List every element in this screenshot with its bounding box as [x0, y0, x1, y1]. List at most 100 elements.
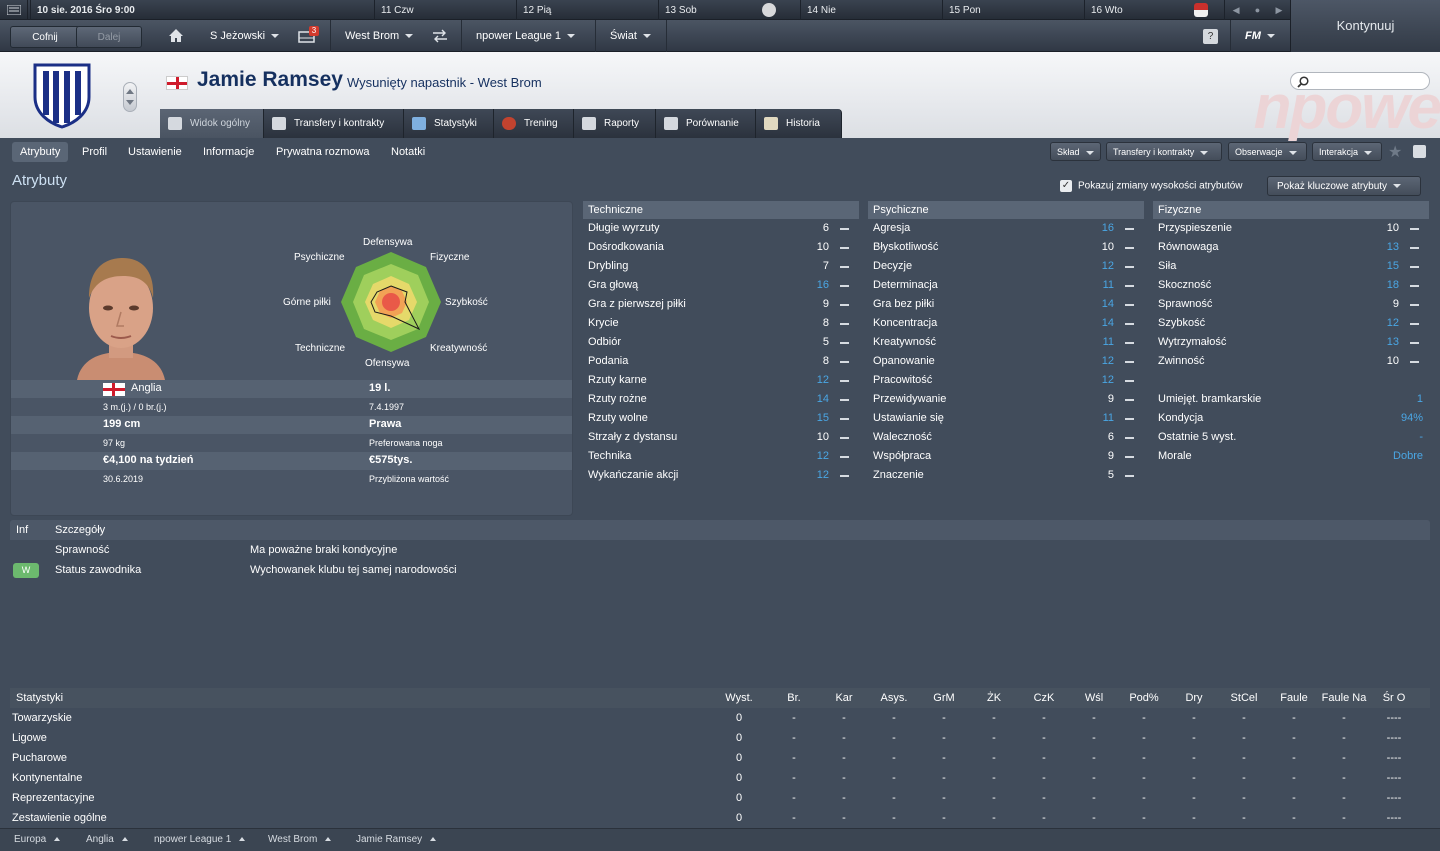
- calendar-day[interactable]: 12 Pią: [516, 0, 658, 20]
- attribute-row[interactable]: Pracowitość 12: [868, 371, 1144, 390]
- stats-column-header[interactable]: Wśl: [1069, 688, 1119, 708]
- calendar-prev-icon[interactable]: ◀: [1233, 5, 1240, 16]
- attribute-row[interactable]: Siła 15: [1153, 257, 1429, 276]
- stats-column-header[interactable]: GrM: [919, 688, 969, 708]
- calendar-day[interactable]: 11 Czw: [374, 0, 516, 20]
- stats-column-header[interactable]: Faule: [1269, 688, 1319, 708]
- menu-icon[interactable]: [0, 0, 28, 20]
- home-icon[interactable]: [168, 28, 184, 46]
- help-button[interactable]: ?: [1203, 29, 1218, 44]
- attribute-row[interactable]: Wytrzymałość 13: [1153, 333, 1429, 352]
- transfers-dropdown[interactable]: Transfery i kontrakty: [1106, 142, 1222, 161]
- attribute-row[interactable]: Rzuty karne 12: [583, 371, 859, 390]
- world-menu[interactable]: Świat: [595, 20, 667, 52]
- calendar-day[interactable]: 15 Pon: [942, 0, 1084, 20]
- swap-icon[interactable]: [431, 29, 449, 46]
- subnav-attributes[interactable]: Atrybuty: [12, 142, 69, 162]
- attribute-row[interactable]: Technika 12: [583, 447, 859, 466]
- calendar-day[interactable]: 14 Nie: [800, 0, 942, 20]
- manager-menu[interactable]: S Jeżowski: [196, 20, 296, 52]
- search-input[interactable]: [1290, 72, 1430, 90]
- attribute-row[interactable]: Koncentracja 14: [868, 314, 1144, 333]
- club-crest-icon[interactable]: [1194, 3, 1208, 17]
- attribute-row[interactable]: Gra bez piłki 14: [868, 295, 1144, 314]
- stats-row[interactable]: Ligowe 0- - - - - - - - - - - - ----: [10, 728, 1430, 748]
- subnav-information[interactable]: Informacje: [195, 142, 262, 162]
- attribute-row[interactable]: Waleczność 6: [868, 428, 1144, 447]
- stats-column-header[interactable]: Dry: [1169, 688, 1219, 708]
- attribute-row[interactable]: Dośrodkowania 10: [583, 238, 859, 257]
- breadcrumb-item[interactable]: West Brom: [268, 834, 332, 845]
- calendar-day[interactable]: 13 Sob: [658, 0, 800, 20]
- attribute-row[interactable]: Przewidywanie 9: [868, 390, 1144, 409]
- attribute-row[interactable]: Strzały z dystansu 10: [583, 428, 859, 447]
- attribute-row[interactable]: Błyskotliwość 10: [868, 238, 1144, 257]
- attribute-row[interactable]: Sprawność 9: [1153, 295, 1429, 314]
- scroll-arrows-icon[interactable]: [123, 82, 137, 112]
- interaction-dropdown[interactable]: Interakcja: [1312, 142, 1382, 161]
- back-button[interactable]: Cofnij: [10, 26, 80, 48]
- star-icon[interactable]: ★: [1388, 142, 1402, 162]
- tab-transfers[interactable]: Transfery i kontrakty: [264, 109, 404, 138]
- subnav-notes[interactable]: Notatki: [383, 142, 433, 162]
- attribute-row[interactable]: Opanowanie 12: [868, 352, 1144, 371]
- stats-row[interactable]: Reprezentacyjne 0- - - - - - - - - - - - ----: [10, 788, 1430, 808]
- tab-overview[interactable]: Widok ogólny: [160, 109, 264, 138]
- attribute-row[interactable]: Zwinność 10: [1153, 352, 1429, 371]
- stats-column-header[interactable]: Wyst.: [714, 688, 764, 708]
- stats-column-header[interactable]: ŻK: [969, 688, 1019, 708]
- calendar-current-date[interactable]: 10 sie. 2016 Śro 9:00: [30, 0, 374, 20]
- stats-column-header[interactable]: Faule Na: [1319, 688, 1369, 708]
- stats-row[interactable]: Zestawienie ogólne 0- - - - - - - - - - - - ----: [10, 808, 1430, 828]
- stats-row[interactable]: Kontynentalne 0- - - - - - - - - - - - ----: [10, 768, 1430, 788]
- attribute-row[interactable]: Odbiór 5: [583, 333, 859, 352]
- forward-button[interactable]: Dalej: [76, 26, 142, 48]
- attribute-row[interactable]: Rzuty wolne 15: [583, 409, 859, 428]
- attribute-row[interactable]: Determinacja 11: [868, 276, 1144, 295]
- stats-row[interactable]: Towarzyskie 0- - - - - - - - - - - - ----: [10, 708, 1430, 728]
- attribute-row[interactable]: Rzuty rożne 14: [583, 390, 859, 409]
- stats-column-header[interactable]: CzK: [1019, 688, 1069, 708]
- attribute-row[interactable]: Współpraca 9: [868, 447, 1144, 466]
- attribute-row[interactable]: Wykańczanie akcji 12: [583, 466, 859, 485]
- stats-column-header[interactable]: StCel: [1219, 688, 1269, 708]
- attribute-row[interactable]: Gra z pierwszej piłki 9: [583, 295, 859, 314]
- key-attributes-button[interactable]: Pokaż kluczowe atrybuty: [1267, 176, 1421, 196]
- attribute-row[interactable]: Równowaga 13: [1153, 238, 1429, 257]
- attribute-row[interactable]: Skoczność 18: [1153, 276, 1429, 295]
- nationality[interactable]: Anglia: [131, 382, 162, 394]
- breadcrumb-item[interactable]: Europa: [14, 834, 61, 845]
- scouting-dropdown[interactable]: Obserwacje: [1228, 142, 1307, 161]
- attribute-row[interactable]: Decyzje 12: [868, 257, 1144, 276]
- attribute-row[interactable]: Agresja 16: [868, 219, 1144, 238]
- calendar-today-icon[interactable]: ●: [1255, 5, 1260, 15]
- attribute-row[interactable]: Gra głową 16: [583, 276, 859, 295]
- club-menu[interactable]: West Brom: [330, 20, 426, 52]
- breadcrumb-item[interactable]: npower League 1: [154, 834, 246, 845]
- tab-reports[interactable]: Raporty: [574, 109, 656, 138]
- breadcrumb-item[interactable]: Anglia: [86, 834, 128, 845]
- stats-column-header[interactable]: Br.: [769, 688, 819, 708]
- tab-stats[interactable]: Statystyki: [404, 109, 494, 138]
- breadcrumb-item[interactable]: Jamie Ramsey: [356, 834, 437, 845]
- checkbox-icon[interactable]: ✓: [1060, 180, 1072, 192]
- stats-column-header[interactable]: Asys.: [869, 688, 919, 708]
- squad-dropdown[interactable]: Skład: [1050, 142, 1101, 161]
- attribute-row[interactable]: Długie wyrzuty 6: [583, 219, 859, 238]
- stats-column-header[interactable]: Kar: [819, 688, 869, 708]
- continue-button[interactable]: Kontynuuj: [1290, 0, 1440, 52]
- attribute-row[interactable]: Przyspieszenie 10: [1153, 219, 1429, 238]
- subnav-position[interactable]: Ustawienie: [120, 142, 190, 162]
- attribute-row[interactable]: Ustawianie się 11: [868, 409, 1144, 428]
- show-changes-toggle[interactable]: ✓ Pokazuj zmiany wysokości atrybutów: [1060, 180, 1243, 192]
- tab-training[interactable]: Trening: [494, 109, 574, 138]
- calendar-next-icon[interactable]: ▶: [1275, 5, 1282, 16]
- stats-row[interactable]: Pucharowe 0- - - - - - - - - - - - ----: [10, 748, 1430, 768]
- attribute-row[interactable]: Podania 8: [583, 352, 859, 371]
- stats-column-header[interactable]: Śr O: [1369, 688, 1419, 708]
- subnav-profile[interactable]: Profil: [74, 142, 115, 162]
- tab-history[interactable]: Historia: [756, 109, 842, 138]
- league-menu[interactable]: npower League 1: [461, 20, 595, 52]
- attribute-row[interactable]: Znaczenie 5: [868, 466, 1144, 485]
- stats-column-header[interactable]: Pod%: [1119, 688, 1169, 708]
